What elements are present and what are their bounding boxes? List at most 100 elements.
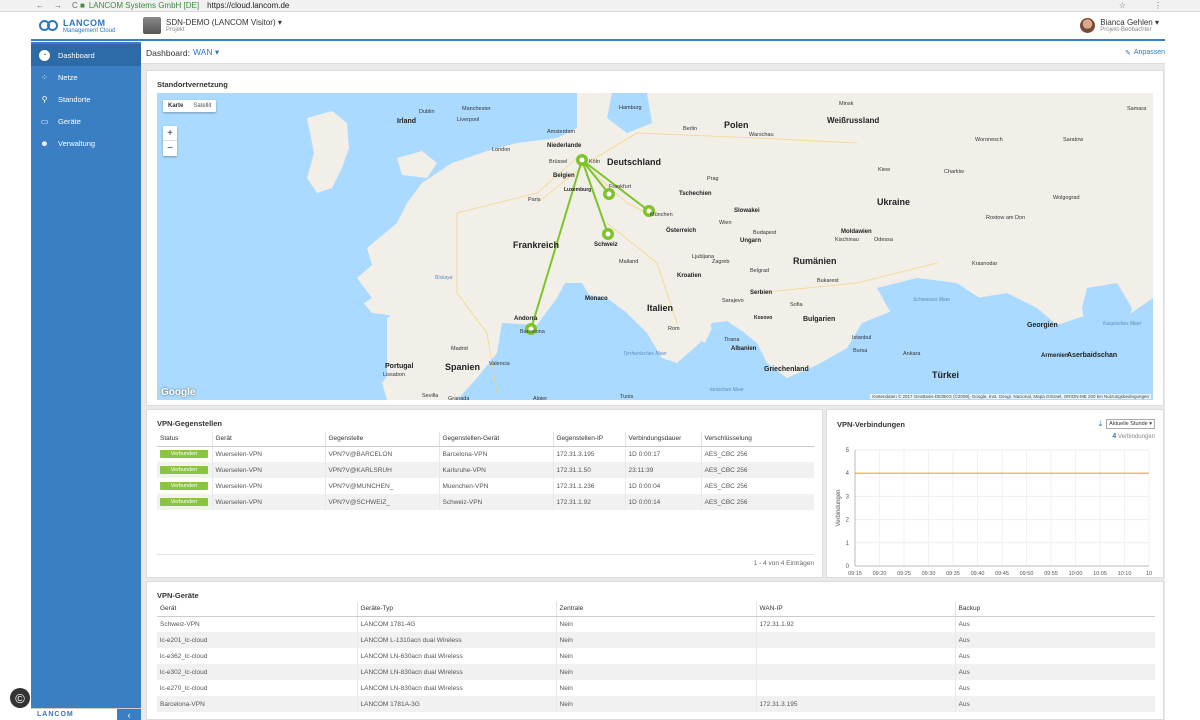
site-map[interactable]: Irland Polen Weißrussland Deutschland Fr…: [157, 93, 1153, 400]
peer-device-cell: Barcelona-VPN: [438, 446, 553, 462]
column-header[interactable]: Verbindungsdauer: [624, 432, 701, 447]
backup-cell: Aus: [954, 664, 1155, 680]
backup-cell: Aus: [954, 616, 1155, 632]
device-type-cell: LANCOM 1781-4G: [356, 616, 556, 632]
map-attribution[interactable]: Kartendaten © 2017 GeoBasis-DE/BKG (©200…: [870, 394, 1151, 399]
column-header[interactable]: Zentrale: [555, 602, 756, 617]
network-icon: ⁘: [41, 72, 48, 82]
sidebar-item-dashboard[interactable]: ◔ Dashboard: [31, 44, 141, 66]
map-type-satellit[interactable]: Satellit: [188, 100, 216, 112]
time-range-value: Aktuelle Stunde: [1109, 421, 1148, 427]
zoom-in-button[interactable]: +: [163, 126, 177, 141]
user-name: Bianca Gehlen: [1100, 18, 1153, 27]
sidebar-item-label: Netze: [58, 72, 78, 82]
device-cell: lc-e362_lc-cloud: [160, 652, 208, 660]
column-header[interactable]: Gegenstellen-Gerät: [438, 432, 553, 447]
central-cell: Nein: [555, 696, 756, 712]
city-label: Granada: [448, 396, 470, 400]
city-label: Madrid: [451, 346, 468, 352]
city-label: Belgrad: [750, 268, 769, 274]
device-type-cell: LANCOM LN-630acn dual Wireless: [356, 648, 556, 664]
bookmark-star-icon[interactable]: ☆: [1119, 1, 1126, 10]
column-header[interactable]: Gerät: [211, 432, 325, 447]
duration-cell: 1D 0:00:17: [624, 446, 701, 462]
column-header[interactable]: Backup: [954, 602, 1155, 617]
address-bar[interactable]: https://cloud.lancom.de: [207, 1, 289, 10]
table-row[interactable]: Verbunden Wuerselen-VPN VPN?V@MUNCHEN_ M…: [157, 478, 814, 494]
x-tick-label: 09:50: [1020, 571, 1034, 577]
city-label: Berlin: [683, 126, 697, 132]
pagination-info: 1 - 4 von 4 Einträgen: [753, 560, 814, 567]
duration-cell: 1D 0:00:04: [624, 478, 701, 494]
project-selector[interactable]: SDN-DEMO (LANCOM Visitor) ▾ Projekt: [143, 17, 282, 34]
map-marker-wuerselen[interactable]: [576, 154, 588, 166]
map-title: Standortvernetzung: [157, 80, 228, 89]
column-header[interactable]: Gegenstellen-IP: [552, 432, 625, 447]
vpn-connections-chart: 0 1 2 3 4 5 09:15 09:20 09:25 09:30 09:35 09:40 09:4…: [836, 448, 1152, 577]
lancom-logo[interactable]: LANCOM Management Cloud: [31, 18, 141, 34]
country-label: Kroatien: [677, 273, 702, 279]
country-label: Frankreich: [513, 240, 559, 250]
country-label: Österreich: [666, 227, 696, 234]
time-range-select[interactable]: Aktuelle Stunde ▾: [1106, 419, 1155, 429]
lock-icon: ■: [80, 1, 85, 10]
device-cell: Wuerselen-VPN: [211, 478, 325, 494]
sidebar-item-netze[interactable]: ⁘ Netze: [31, 66, 141, 88]
column-header[interactable]: Gerät: [157, 602, 357, 617]
device-type-cell: LANCOM L-1310acn dual Wireless: [356, 632, 556, 648]
browser-menu-icon[interactable]: ⋮: [1154, 1, 1162, 10]
wan-ip-cell: 172.31.1.92: [755, 616, 955, 632]
backup-cell: Aus: [954, 680, 1155, 696]
country-label: Weißrussland: [827, 116, 879, 125]
peer-ip-cell: 172.31.3.195: [552, 446, 625, 462]
user-role: Projekt-Beobachter: [1100, 27, 1152, 33]
britain-shape: [307, 111, 349, 193]
city-label: Frankfurt: [609, 184, 631, 190]
country-label: Irland: [397, 118, 416, 125]
city-label: Bursa: [853, 348, 868, 354]
user-menu[interactable]: Bianca Gehlen ▾ Projekt-Beobachter: [1080, 18, 1165, 33]
duration-cell: 1D 0:00:14: [624, 494, 701, 510]
y-tick-label: 4: [846, 471, 850, 477]
vpn-peers-table: Status Gerät Gegenstelle Gegenstellen-Ge…: [157, 432, 814, 510]
table-row[interactable]: lc-e270_lc-cloud LANCOM LN-830acn dual W…: [157, 680, 1155, 696]
table-row[interactable]: Schweiz-VPN LANCOM 1781-4G Nein 172.31.1…: [157, 616, 1155, 632]
table-row[interactable]: Verbunden Wuerselen-VPN VPN?V@SCHWEIZ_ S…: [157, 494, 814, 510]
city-label: Barcelona: [520, 329, 546, 335]
zoom-control: + −: [163, 126, 177, 156]
column-header[interactable]: Verschlüsselung: [700, 432, 814, 447]
table-row[interactable]: Verbunden Wuerselen-VPN VPN?V@KARLSRUH K…: [157, 462, 814, 478]
collapse-sidebar-icon[interactable]: ‹: [117, 708, 141, 720]
city-label: Istanbul: [852, 335, 871, 341]
sidebar-item-verwaltung[interactable]: ☻ Verwaltung: [31, 132, 141, 154]
column-header[interactable]: Geräte-Typ: [356, 602, 556, 617]
country-label: Ukraine: [877, 197, 910, 207]
download-icon[interactable]: ⤓: [1099, 419, 1103, 429]
table-row[interactable]: Verbunden Wuerselen-VPN VPN?V@BARCELON B…: [157, 446, 814, 462]
chevron-down-icon: ▾: [277, 18, 282, 27]
sidebar-item-geraete[interactable]: ▭ Geräte: [31, 110, 141, 132]
encryption-cell: AES_CBC 256: [700, 446, 814, 462]
column-header[interactable]: Gegenstelle: [324, 432, 439, 447]
column-header[interactable]: Status: [157, 432, 212, 447]
project-name: SDN-DEMO (LANCOM Visitor): [166, 18, 276, 27]
sidebar-item-standorte[interactable]: ⚲ Standorte: [31, 88, 141, 110]
table-row[interactable]: lc-e302_lc-cloud LANCOM LN-830acn dual W…: [157, 664, 1155, 680]
forward-icon[interactable]: →: [54, 1, 62, 10]
column-header[interactable]: WAN-IP: [755, 602, 955, 617]
zoom-out-button[interactable]: −: [163, 141, 177, 156]
country-label: Aserbaidschan: [1067, 352, 1117, 359]
city-label: Sevilla: [422, 393, 439, 399]
chevron-down-icon: ▾: [214, 47, 220, 57]
dashboard-selector[interactable]: WAN ▾: [193, 47, 219, 58]
table-row[interactable]: Barcelona-VPN LANCOM 1781A-3G Nein 172.3…: [157, 696, 1155, 712]
map-type-karte[interactable]: Karte: [163, 100, 188, 112]
reload-icon[interactable]: C: [72, 1, 78, 10]
vpn-peers-panel: VPN-Gegenstellen Status Gerät Gegenstell…: [146, 409, 823, 578]
map-marker-schweiz[interactable]: [602, 228, 614, 240]
back-icon[interactable]: ←: [36, 1, 44, 10]
table-row[interactable]: lc-e362_lc-cloud LANCOM LN-630acn dual W…: [157, 648, 1155, 664]
table-row[interactable]: lc-e201_lc-cloud LANCOM L-1310acn dual W…: [157, 632, 1155, 648]
sidebar-item-label: Verwaltung: [58, 138, 96, 148]
customize-button[interactable]: ✎ Anpassen: [1125, 49, 1165, 57]
